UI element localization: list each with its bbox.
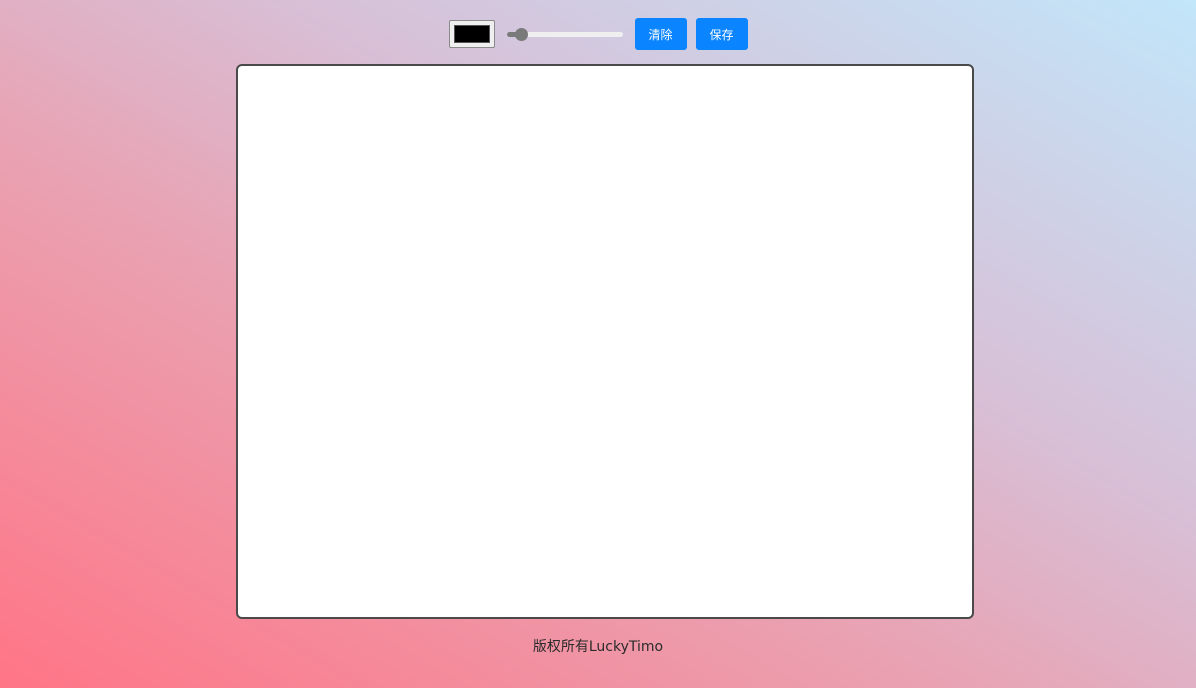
drawing-canvas[interactable]	[236, 64, 974, 619]
clear-button[interactable]: 清除	[634, 18, 687, 50]
copyright-footer: 版权所有LuckyTimo	[532, 639, 664, 655]
brush-size-slider[interactable]	[506, 27, 623, 41]
color-picker[interactable]	[448, 20, 495, 48]
save-button[interactable]: 保存	[695, 18, 748, 50]
slider-thumb[interactable]	[514, 28, 528, 41]
color-picker-swatch	[453, 25, 490, 43]
toolbar: 清除 保存	[0, 18, 1196, 50]
